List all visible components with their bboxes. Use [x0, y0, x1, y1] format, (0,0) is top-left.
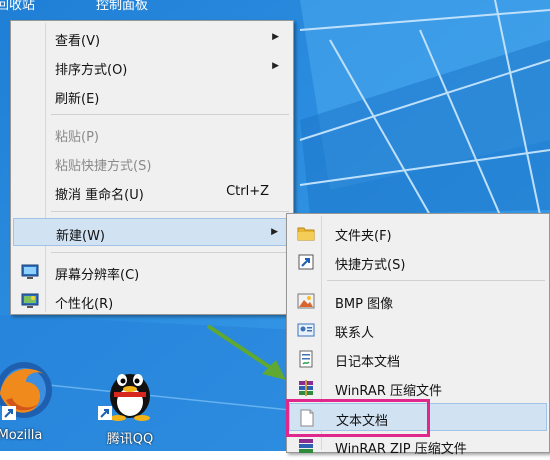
submenu-item-folder[interactable]: 文件夹(F) — [289, 219, 547, 247]
menu-item-view[interactable]: 查看(V) ▶ — [13, 24, 291, 52]
menu-item-label: 粘贴(P) — [55, 130, 99, 145]
shortcut-arrow-icon — [98, 406, 112, 420]
menu-item-label: BMP 图像 — [335, 297, 394, 312]
menu-item-label: 查看(V) — [55, 34, 101, 49]
menu-separator — [51, 114, 289, 115]
personalize-icon — [21, 293, 39, 308]
submenu-arrow-icon: ▶ — [272, 61, 279, 71]
winrar-icon — [299, 380, 313, 396]
menu-item-paste-shortcut: 粘贴快捷方式(S) — [13, 149, 291, 177]
menu-item-screen-resolution[interactable]: 屏幕分辨率(C) — [13, 258, 291, 286]
menu-item-sort-by[interactable]: 排序方式(O) ▶ — [13, 53, 291, 81]
shortcut-icon — [298, 254, 314, 270]
shortcut-arrow-icon — [2, 406, 16, 420]
submenu-item-contact[interactable]: 联系人 — [289, 316, 547, 344]
menu-item-label: 文件夹(F) — [335, 229, 392, 244]
menu-item-label: 排序方式(O) — [55, 63, 128, 78]
menu-item-label: 粘贴快捷方式(S) — [55, 159, 152, 174]
menu-item-new[interactable]: 新建(W) ▶ — [13, 218, 291, 246]
menu-item-label: 新建(W) — [56, 229, 105, 244]
menu-item-undo-rename[interactable]: 撤消 重命名(U) Ctrl+Z — [13, 178, 291, 206]
menu-item-label: 日记本文档 — [335, 355, 401, 370]
annotation-highlight-box — [286, 399, 430, 437]
menu-item-label: WinRAR ZIP 压缩文件 — [335, 442, 467, 457]
menu-item-shortcut: Ctrl+Z — [226, 184, 269, 199]
folder-icon — [297, 227, 315, 241]
menu-item-label: 快捷方式(S) — [335, 258, 406, 273]
contact-icon — [297, 323, 315, 337]
menu-item-label: 刷新(E) — [55, 92, 100, 107]
display-icon — [21, 264, 39, 279]
submenu-item-winrar-archive[interactable]: WinRAR 压缩文件 — [289, 374, 547, 402]
submenu-item-shortcut[interactable]: 快捷方式(S) — [289, 248, 547, 276]
menu-item-label: WinRAR 压缩文件 — [335, 384, 442, 399]
menu-item-personalize[interactable]: 个性化(R) — [13, 287, 291, 315]
annotation-arrow-icon — [206, 324, 286, 380]
menu-separator — [327, 280, 545, 281]
desktop-label-recycle-bin[interactable]: 回收站 — [0, 0, 35, 13]
menu-separator — [51, 211, 289, 212]
menu-item-label: 个性化(R) — [55, 297, 114, 312]
desktop-top-labels: 回收站 控制面板 — [0, 0, 200, 14]
submenu-item-journal[interactable]: 日记本文档 — [289, 345, 547, 373]
menu-item-label: 联系人 — [335, 326, 375, 341]
submenu-arrow-icon: ▶ — [272, 32, 279, 42]
winrar-zip-icon — [299, 439, 313, 453]
bmp-image-icon — [297, 293, 315, 309]
desktop-context-menu: 查看(V) ▶ 排序方式(O) ▶ 刷新(E) 粘贴(P) 粘贴快捷方式(S) … — [10, 20, 294, 315]
submenu-item-bmp-image[interactable]: BMP 图像 — [289, 287, 547, 315]
menu-separator — [51, 252, 289, 253]
desktop-icon-qq[interactable]: 腾讯QQ — [92, 356, 168, 451]
desktop-label-control-panel[interactable]: 控制面板 — [96, 0, 148, 13]
desktop-icon-label: Mozilla — [0, 428, 43, 443]
menu-item-refresh[interactable]: 刷新(E) — [13, 82, 291, 110]
desktop-icon-label: 腾讯QQ — [106, 432, 154, 447]
submenu-arrow-icon: ▶ — [271, 227, 278, 237]
menu-item-paste: 粘贴(P) — [13, 120, 291, 148]
menu-item-label: 撤消 重命名(U) — [55, 188, 144, 203]
menu-item-label: 屏幕分辨率(C) — [55, 268, 140, 283]
desktop-icon-mozilla[interactable]: Mozilla — [0, 356, 60, 451]
journal-icon — [299, 350, 313, 368]
